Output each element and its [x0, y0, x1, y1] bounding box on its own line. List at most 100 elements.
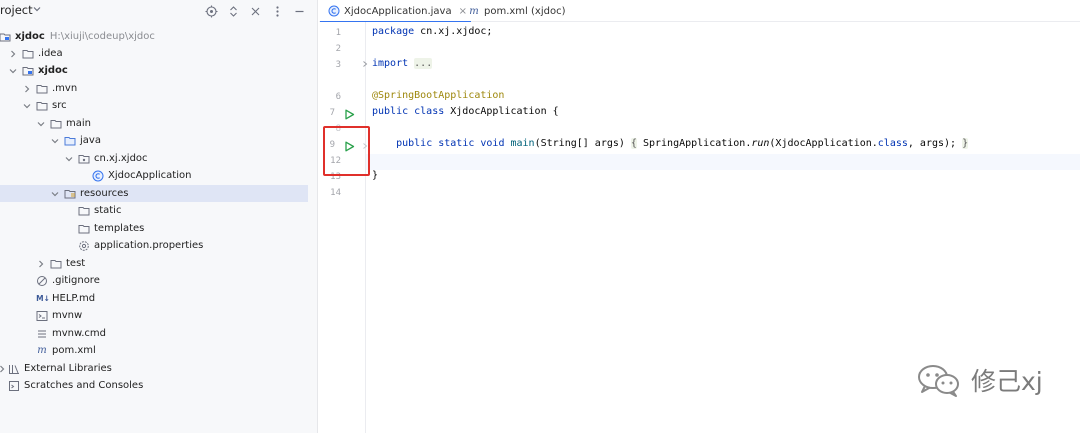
- tree-node-label: mvnw.cmd: [52, 328, 107, 340]
- tree-node-module-xjdoc[interactable]: xjdoc: [0, 62, 308, 79]
- tree-node-java[interactable]: java: [0, 132, 308, 149]
- tree-node-label: mvnw: [52, 310, 83, 322]
- tab-pom-xml[interactable]: m pom.xml (xjdoc): [468, 0, 565, 22]
- code-line-6: @SpringBootApplication: [372, 90, 504, 101]
- chevron-right-icon[interactable]: [0, 364, 7, 374]
- fold-expand-icon[interactable]: [361, 60, 369, 68]
- java-class-icon: [92, 170, 104, 182]
- highlight-annotation-box: [323, 126, 370, 176]
- tree-node-label: External Libraries: [24, 363, 112, 375]
- scratches-icon: [9, 380, 19, 391]
- tree-node-label: HELP.md: [52, 293, 96, 305]
- close-icon[interactable]: ×: [459, 6, 467, 17]
- code-line-9: public static void main(String[] args) {…: [372, 138, 969, 149]
- ignore-file-icon: [37, 275, 47, 286]
- tree-node-scratches[interactable]: Scratches and Consoles: [0, 377, 308, 394]
- collapse-all-icon[interactable]: [246, 2, 264, 20]
- code-text: cn.xj.xjdoc;: [414, 26, 493, 37]
- chevron-down-icon[interactable]: [22, 101, 32, 111]
- code-line-7: public class XjdocApplication {: [372, 106, 559, 117]
- annotation: @SpringBootApplication: [372, 90, 505, 101]
- tree-node-test[interactable]: test: [0, 255, 308, 272]
- chevron-down-icon[interactable]: [50, 189, 60, 199]
- tree-node-label: cn.xj.xjdoc: [94, 153, 148, 165]
- tree-node-package[interactable]: cn.xj.xjdoc: [0, 150, 308, 167]
- tree-node-label: src: [52, 100, 67, 112]
- chevron-down-icon[interactable]: [32, 4, 42, 14]
- expand-all-icon[interactable]: [224, 2, 242, 20]
- tree-node-gitignore[interactable]: .gitignore: [0, 272, 308, 289]
- tree-node-mvn[interactable]: .mvn: [0, 80, 308, 97]
- tree-node-static[interactable]: static: [0, 202, 308, 219]
- tree-node-class[interactable]: XjdocApplication: [0, 167, 308, 184]
- folder-icon: [50, 259, 62, 269]
- markdown-icon: M↓: [36, 294, 50, 304]
- libraries-icon: [9, 364, 19, 374]
- line-number: 14: [330, 188, 341, 198]
- tree-node-resources[interactable]: resources: [0, 185, 308, 203]
- options-menu-icon[interactable]: [268, 2, 286, 20]
- tree-node-label: .idea: [38, 48, 63, 60]
- module-folder-icon: [22, 66, 34, 76]
- folder-icon: [78, 224, 90, 234]
- terminal-file-icon: [36, 310, 48, 321]
- module-folder-icon: [0, 33, 11, 42]
- chevron-down-icon[interactable]: [8, 66, 18, 76]
- tree-node-label: pom.xml: [52, 345, 96, 357]
- tree-node-label: java: [80, 135, 101, 147]
- line-number: 3: [335, 60, 341, 70]
- maven-icon: m: [37, 345, 47, 357]
- tree-node-label: application.properties: [94, 240, 204, 252]
- folded-imports[interactable]: ...: [414, 58, 433, 69]
- code-line-1: package cn.xj.xjdoc;: [372, 26, 492, 37]
- code-text: XjdocApplication {: [444, 106, 559, 117]
- tree-node-main[interactable]: main: [0, 115, 308, 132]
- project-tool-window: roject xjdoc H:\xiuji\codeup\xjdoc .idea…: [0, 0, 318, 433]
- code-text: SpringApplication.: [636, 138, 752, 149]
- tree-node-application-properties[interactable]: application.properties: [0, 237, 308, 254]
- tree-node-src[interactable]: src: [0, 97, 308, 114]
- tree-node-label: XjdocApplication: [108, 170, 192, 182]
- chevron-down-icon[interactable]: [36, 119, 46, 129]
- code-text: (String[] args): [534, 138, 631, 149]
- tree-node-templates[interactable]: templates: [0, 220, 308, 237]
- code-text: (XjdocApplication.: [769, 138, 878, 149]
- settings-file-icon: [79, 240, 89, 251]
- keyword: public static void: [396, 138, 505, 149]
- tree-node-label: Scratches and Consoles: [24, 380, 144, 392]
- project-panel-title[interactable]: roject: [0, 3, 33, 17]
- tree-node-mvnw[interactable]: mvnw: [0, 307, 308, 324]
- folder-icon: [36, 101, 48, 111]
- keyword: package: [372, 26, 415, 37]
- chevron-right-icon[interactable]: [36, 259, 46, 269]
- resources-folder-icon: [64, 189, 76, 199]
- tab-xjdoc-application[interactable]: XjdocApplication.java ×: [320, 0, 471, 23]
- select-opened-file-icon[interactable]: [202, 2, 220, 20]
- hide-panel-icon[interactable]: [290, 2, 308, 20]
- folder-icon: [50, 119, 62, 129]
- tree-node-label: .gitignore: [52, 275, 100, 287]
- tree-node-project-root[interactable]: xjdoc H:\xiuji\codeup\xjdoc: [0, 28, 308, 45]
- tree-node-help-md[interactable]: M↓ HELP.md: [0, 290, 308, 307]
- chevron-down-icon[interactable]: [50, 136, 60, 146]
- tree-node-label: templates: [94, 223, 145, 235]
- method-name: main: [510, 138, 535, 149]
- tree-node-mvnw-cmd[interactable]: mvnw.cmd: [0, 325, 308, 342]
- chevron-right-icon[interactable]: [22, 84, 32, 94]
- tree-node-idea[interactable]: .idea: [0, 45, 308, 62]
- tree-node-pom-xml[interactable]: m pom.xml: [0, 342, 308, 359]
- project-panel-header: roject: [0, 0, 318, 22]
- tree-node-label: static: [94, 205, 122, 217]
- folder-icon: [78, 206, 90, 216]
- chevron-right-icon[interactable]: [8, 49, 18, 59]
- code-line-13: }: [372, 170, 378, 181]
- folded-brace[interactable]: }: [962, 138, 969, 149]
- line-number: 1: [335, 28, 341, 38]
- run-class-icon[interactable]: [344, 109, 355, 120]
- keyword: class: [877, 138, 908, 149]
- maven-icon: m: [469, 5, 479, 17]
- tree-node-external-libraries[interactable]: External Libraries: [0, 360, 308, 377]
- tab-label: pom.xml (xjdoc): [484, 5, 566, 17]
- chevron-down-icon[interactable]: [64, 154, 74, 164]
